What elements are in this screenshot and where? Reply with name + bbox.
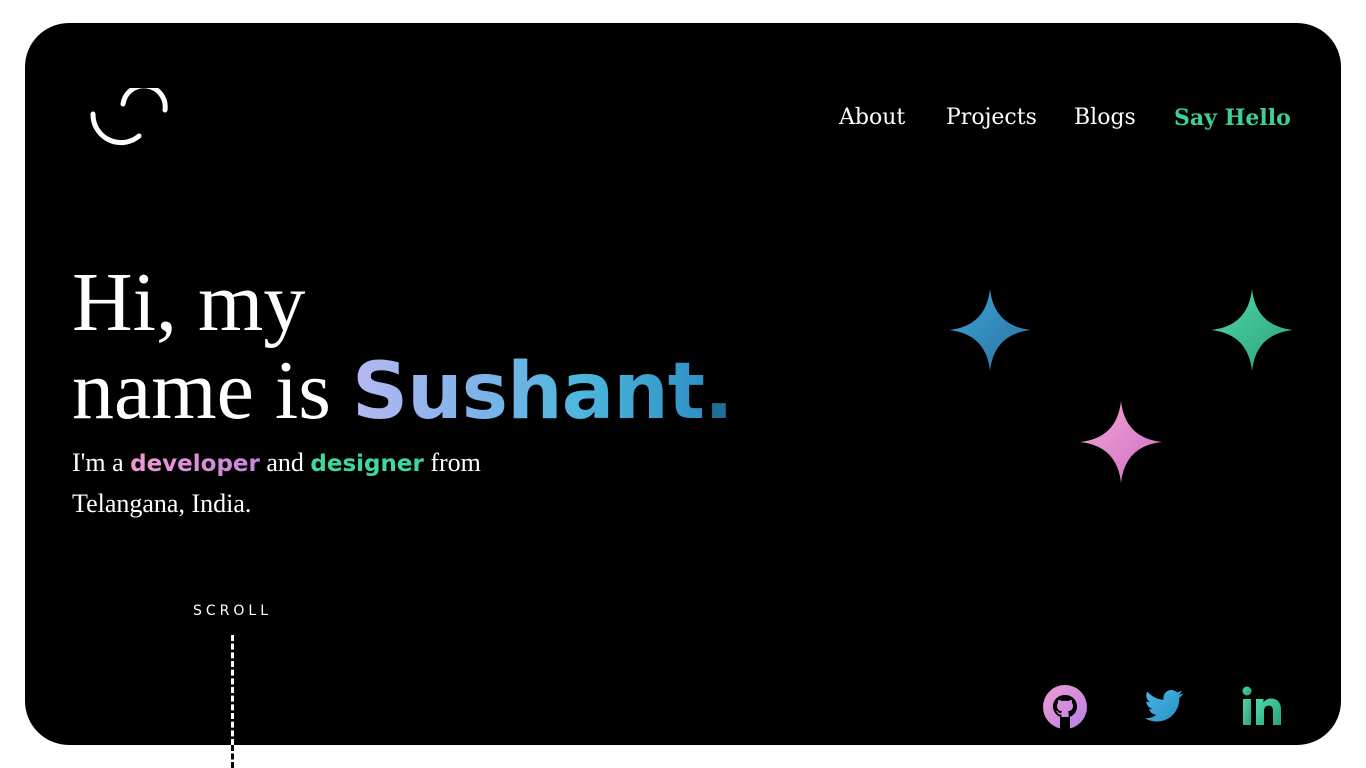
intro-part3: from <box>423 448 481 477</box>
headline-line2-prefix: name is <box>72 344 352 437</box>
main-nav: About Projects Blogs Say Hello <box>25 105 1341 139</box>
linkedin-icon[interactable] <box>1238 683 1286 731</box>
nav-blogs-link[interactable]: Blogs <box>1074 105 1136 130</box>
scroll-label[interactable]: SCROLL <box>193 603 272 619</box>
hero-name: Sushant <box>351 347 705 437</box>
nav-about-link[interactable]: About <box>839 105 905 130</box>
sparkle-blue-icon <box>949 289 1031 371</box>
nav-say-hello-link[interactable]: Say Hello <box>1174 105 1291 131</box>
intro-location: Telangana, India. <box>72 489 252 518</box>
hero-intro: I'm a developer and designer from Telanga… <box>72 443 592 523</box>
nav-projects-link[interactable]: Projects <box>946 105 1037 130</box>
twitter-icon[interactable] <box>1139 683 1187 731</box>
headline-line1: Hi, my <box>72 256 306 349</box>
sparkle-pink-icon <box>1080 401 1162 483</box>
sparkle-green-icon <box>1211 289 1293 371</box>
scroll-line-tail <box>231 745 234 768</box>
hero-card: About Projects Blogs Say Hello Hi, my nam… <box>25 23 1341 745</box>
hero-headline: Hi, my name is Sushant. <box>72 256 734 437</box>
hero-name-dot: . <box>704 347 734 437</box>
intro-part1: I'm a <box>72 448 131 477</box>
intro-part2: and <box>259 448 311 477</box>
github-icon[interactable] <box>1041 683 1089 731</box>
scroll-line <box>231 635 234 745</box>
intro-developer: developer <box>130 451 260 477</box>
intro-designer: designer <box>310 451 424 477</box>
